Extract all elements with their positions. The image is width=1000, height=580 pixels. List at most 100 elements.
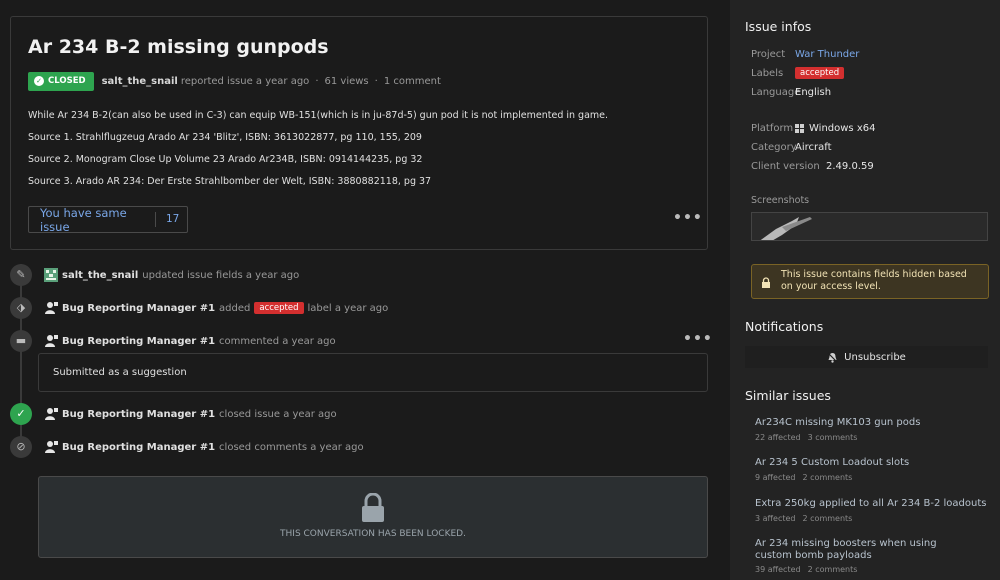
avatar	[45, 408, 58, 420]
issue-meta: ✓ CLOSED salt_the_snail reported issue a…	[28, 71, 441, 91]
info-key: Project	[751, 48, 786, 60]
author-link[interactable]: salt_the_snail	[102, 76, 178, 87]
comments-count: 2 comments	[802, 514, 853, 523]
timeline-line	[20, 264, 22, 454]
project-link[interactable]: War Thunder	[795, 49, 859, 60]
same-issue-label: You have same issue	[40, 205, 127, 234]
info-key: Platform	[751, 122, 794, 134]
locked-text: THIS CONVERSATION HAS BEEN LOCKED.	[280, 529, 466, 539]
similar-issue-link[interactable]: Ar 234 missing boosters when using custo…	[755, 538, 975, 562]
more-options-icon[interactable]: •••	[673, 210, 703, 226]
platform-value: Windows x64	[809, 122, 876, 134]
info-key: Category	[751, 141, 797, 153]
timeline-event: salt_the_snail updated issue fields a ye…	[44, 267, 303, 283]
language-value: English	[795, 86, 832, 98]
screenshot-image	[752, 213, 987, 240]
event-action: closed comments a year ago	[219, 441, 364, 453]
windows-icon	[795, 123, 804, 133]
sidebar: Issue infos Project War Thunder Labels a…	[730, 0, 1000, 580]
similar-issue-meta: 22 affected 3 comments	[755, 433, 864, 442]
similar-issue-link[interactable]: Ar234C missing MK103 gun pods	[755, 417, 920, 429]
notifications-title: Notifications	[745, 319, 824, 334]
event-action: added	[219, 302, 251, 314]
client-version-value: 2.49.0.59	[826, 160, 874, 172]
source-line: Source 1. Strahlflugzeug Arado Ar 234 'B…	[28, 132, 422, 143]
event-author[interactable]: Bug Reporting Manager #1	[62, 442, 215, 453]
lock-icon	[362, 493, 384, 522]
source-line: Source 2. Monogram Close Up Volume 23 Ar…	[28, 154, 423, 165]
event-author[interactable]: Bug Reporting Manager #1	[62, 336, 215, 347]
status-text: CLOSED	[48, 76, 86, 86]
event-author[interactable]: Bug Reporting Manager #1	[62, 303, 215, 314]
similar-issue-link[interactable]: Extra 250kg applied to all Ar 234 B-2 lo…	[755, 498, 986, 510]
similar-issue-meta: 3 affected 2 comments	[755, 514, 859, 523]
affected-count: 3 affected	[755, 514, 796, 523]
timeline-event: Bug Reporting Manager #1 commented a yea…	[44, 333, 340, 349]
access-notice-text: This issue contains fields hidden based …	[781, 269, 967, 292]
info-labels: Labels accepted	[751, 66, 845, 80]
issue-title: Ar 234 B-2 missing gunpods	[28, 36, 329, 58]
info-category: Category Aircraft	[751, 140, 832, 154]
locked-banner: THIS CONVERSATION HAS BEEN LOCKED.	[38, 476, 708, 558]
similar-issues-title: Similar issues	[745, 388, 831, 403]
issue-card: Ar 234 B-2 missing gunpods ✓ CLOSED salt…	[10, 16, 708, 250]
comment-more-icon[interactable]: •••	[683, 331, 713, 347]
category-value: Aircraft	[795, 141, 832, 153]
affected-count: 9 affected	[755, 473, 796, 482]
event-action: commented a year ago	[219, 335, 336, 347]
label-badge[interactable]: accepted	[795, 67, 845, 79]
affected-count: 39 affected	[755, 565, 801, 574]
event-action: updated issue fields a year ago	[142, 269, 300, 281]
same-issue-count: 17	[155, 212, 179, 227]
comment-icon: ▬	[10, 330, 32, 352]
comments-count: 2 comments	[807, 565, 858, 574]
affected-count: 22 affected	[755, 433, 801, 442]
similar-issue-meta: 39 affected 2 comments	[755, 565, 864, 574]
reported-time: reported issue a year ago	[180, 75, 310, 87]
screenshots-label: Screenshots	[751, 195, 810, 206]
info-project: Project War Thunder	[751, 47, 859, 61]
info-language: Language English	[751, 85, 831, 99]
check-circle-icon: ✓	[10, 403, 32, 425]
event-action: closed issue a year ago	[219, 408, 337, 420]
info-key: Language	[751, 86, 801, 98]
timeline-event: Bug Reporting Manager #1 closed comments…	[44, 439, 368, 455]
comments-count: 3 comments	[807, 433, 858, 442]
avatar	[44, 268, 58, 282]
check-icon: ✓	[34, 76, 44, 86]
comments-count: 2 comments	[802, 473, 853, 482]
event-author[interactable]: salt_the_snail	[62, 270, 138, 281]
issue-infos-title: Issue infos	[745, 19, 812, 34]
similar-issue-link[interactable]: Ar 234 5 Custom Loadout slots	[755, 457, 909, 469]
access-notice: This issue contains fields hidden based …	[751, 264, 989, 299]
avatar	[45, 302, 58, 314]
timeline-event: Bug Reporting Manager #1 closed issue a …	[44, 406, 341, 422]
unsubscribe-button[interactable]: Unsubscribe	[745, 346, 988, 368]
lock-icon	[762, 277, 770, 288]
event-author[interactable]: Bug Reporting Manager #1	[62, 409, 215, 420]
comments-count: 1 comment	[383, 75, 441, 87]
unsubscribe-label: Unsubscribe	[844, 351, 906, 363]
views-count: 61 views	[324, 75, 369, 87]
avatar	[45, 335, 58, 347]
comment-off-icon: ⊘	[10, 436, 32, 458]
info-key: Client version	[751, 160, 820, 172]
info-key: Labels	[751, 67, 784, 79]
comment-body: Submitted as a suggestion	[38, 353, 708, 392]
similar-issue-meta: 9 affected 2 comments	[755, 473, 859, 482]
main-content: Ar 234 B-2 missing gunpods ✓ CLOSED salt…	[0, 0, 730, 580]
same-issue-button[interactable]: You have same issue 17	[28, 205, 188, 234]
bell-off-icon	[827, 352, 838, 363]
source-line: Source 3. Arado AR 234: Der Erste Strahl…	[28, 176, 432, 187]
timeline-event: Bug Reporting Manager #1 added accepted …	[44, 300, 388, 316]
status-badge: ✓ CLOSED	[28, 71, 94, 91]
accepted-label[interactable]: accepted	[254, 302, 304, 314]
tag-icon: ⬗	[10, 297, 32, 319]
event-action-suffix: label a year ago	[307, 302, 389, 314]
screenshot-thumbnail[interactable]	[751, 212, 988, 241]
avatar	[45, 441, 58, 453]
info-platform: Platform Windows x64	[751, 121, 875, 135]
info-client-version: Client version 2.49.0.59	[751, 159, 874, 173]
description-line: While Ar 234 B-2(can also be used in C-3…	[28, 110, 609, 121]
pencil-icon: ✎	[10, 264, 32, 286]
